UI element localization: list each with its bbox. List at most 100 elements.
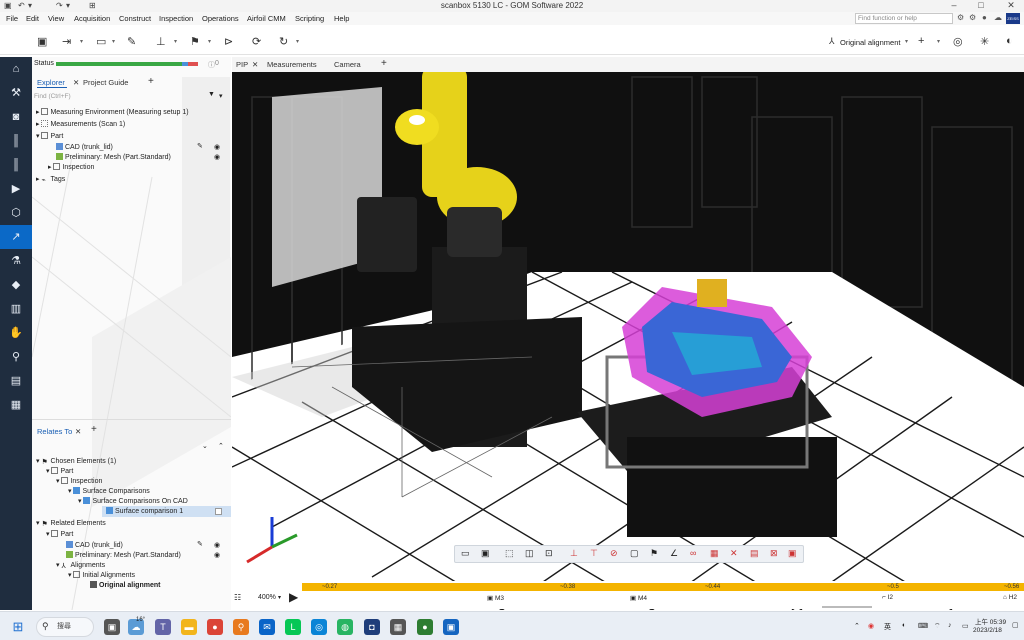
close-pip-tab-icon[interactable]: ✕ (252, 60, 258, 69)
tool-section-icon[interactable]: ⊤ (590, 548, 598, 559)
probe-icon[interactable]: ⊥ (156, 35, 166, 48)
timeline-menu-icon[interactable]: ☷ (234, 593, 241, 602)
folder-icon[interactable]: ▬ (181, 619, 197, 635)
menu-file[interactable]: File (6, 14, 18, 23)
tree-item-alignments[interactable]: ▾ ⅄ Alignments (56, 561, 105, 570)
tool-select-icon[interactable]: ⬚ (505, 548, 514, 559)
display-icon[interactable]: ◐ (1006, 35, 1013, 47)
tool-circle-icon[interactable]: ⊘ (610, 548, 618, 559)
tree-item-part[interactable]: ▾ Part (36, 132, 63, 140)
wifi-icon[interactable]: ⌔ (934, 622, 941, 631)
run-icon[interactable]: ⊳ (224, 35, 233, 48)
inspection-icon[interactable]: ↗ (0, 225, 32, 249)
filter-icon[interactable]: ▼ (208, 91, 215, 98)
tree-item-initial-alignments[interactable]: ▾ Initial Alignments (68, 571, 135, 579)
tab-relates-to[interactable]: Relates To (37, 427, 72, 436)
checkbox[interactable] (215, 508, 222, 515)
tab-camera[interactable]: Camera (334, 60, 361, 69)
close-relates-tab-icon[interactable]: ✕ (75, 427, 81, 436)
battery-icon[interactable]: ▭ (962, 622, 969, 630)
tray-app-icon[interactable]: ⌨ (918, 622, 928, 630)
probe-dropdown-icon[interactable]: ▾ (174, 38, 177, 45)
move-icon[interactable]: ⇥ (62, 35, 71, 48)
timeline-marker-m4[interactable]: ▣ M4 (630, 594, 647, 602)
explorer-find-input[interactable]: Find (Ctrl+F) (34, 93, 71, 100)
tab-pip[interactable]: PIP (236, 60, 248, 69)
app-icon[interactable]: ◎ (311, 619, 327, 635)
view-center-icon[interactable]: ◎ (953, 35, 963, 48)
edit-pen-icon[interactable]: ✎ (197, 540, 203, 548)
line-icon[interactable]: L (285, 619, 301, 635)
gom-icon[interactable]: ◘ (364, 619, 380, 635)
zoom-dropdown-icon[interactable]: ▾ (278, 594, 281, 601)
tool-cross-icon[interactable]: ✕ (730, 548, 738, 559)
green-app-icon[interactable]: ● (417, 619, 433, 635)
scan-icon[interactable]: ║ (0, 129, 32, 153)
menu-scripting[interactable]: Scripting (295, 14, 324, 23)
play-icon[interactable]: ▶ (289, 590, 298, 604)
plugin-icon[interactable]: ⚙ (957, 13, 964, 22)
search-icon[interactable]: ⚲ (0, 345, 32, 369)
video-icon[interactable]: ▶ (0, 177, 32, 201)
tab-measurements[interactable]: Measurements (267, 60, 317, 69)
reload-icon[interactable]: ↻ (279, 35, 288, 48)
tool-box-icon[interactable]: ▢ (630, 548, 639, 559)
reload-dropdown-icon[interactable]: ▾ (296, 38, 299, 45)
calculator-icon[interactable]: ▦ (390, 619, 406, 635)
tree-item-cad[interactable]: CAD (trunk_lid) (56, 143, 113, 151)
volume-icon[interactable]: ♪ (948, 622, 952, 629)
tree-item-chosen[interactable]: ▾ ⚑ Chosen Elements (1) (36, 457, 116, 466)
menu-construct[interactable]: Construct (119, 14, 151, 23)
chart-icon[interactable]: ▥ (0, 297, 32, 321)
tab-project-guide[interactable]: Project Guide (83, 78, 128, 87)
tool-point-icon[interactable]: ⊡ (545, 548, 553, 559)
minimize-button[interactable]: – (945, 0, 963, 10)
tree-item-surface-on-cad[interactable]: ▾ Surface Comparisons On CAD (78, 497, 188, 505)
visibility-eye-icon[interactable]: ◉ (214, 551, 220, 559)
tree-item-original-alignment[interactable]: Original alignment (90, 581, 160, 589)
alignment-selector[interactable]: Original alignment (840, 38, 900, 47)
tab-explorer[interactable]: Explorer (37, 78, 65, 87)
home-icon[interactable]: ⌂ (0, 57, 32, 81)
maximize-button[interactable]: □ (972, 0, 990, 10)
menu-acquisition[interactable]: Acquisition (74, 14, 110, 23)
tool-measure-icon[interactable]: ⊥ (570, 548, 578, 559)
tree-item-measuring-env[interactable]: ▸ Measuring Environment (Measuring setup… (36, 108, 189, 116)
ime-indicator[interactable]: 英 (884, 622, 891, 632)
alignment-dropdown-icon[interactable]: ▾ (905, 38, 908, 45)
find-function-input[interactable]: Find function or help (855, 13, 953, 24)
tree-item-tags[interactable]: ▸ ⌁ Tags (36, 175, 65, 184)
tools-icon[interactable]: ⚒ (0, 81, 32, 105)
tree-item-related[interactable]: ▾ ⚑ Related Elements (36, 519, 106, 528)
camera-icon[interactable]: ◙ (0, 105, 32, 129)
hand-icon[interactable]: ✋ (0, 321, 32, 345)
collapse-up-icon[interactable]: ⌃ (218, 442, 224, 450)
chrome-icon[interactable]: ● (207, 619, 223, 635)
menu-view[interactable]: View (48, 14, 64, 23)
add-icon[interactable]: + (918, 35, 924, 47)
window-icon[interactable]: ▭ (96, 35, 106, 48)
move-dropdown-icon[interactable]: ▾ (80, 38, 83, 45)
3d-viewport[interactable]: PIP ✕ Measurements Camera + ▭ ▣ ⬚ ◫ ⊡ ⊥ … (232, 57, 1024, 610)
task-view-icon[interactable]: ▣ (104, 619, 120, 635)
cube-icon[interactable]: ◆ (0, 273, 32, 297)
add-dropdown-icon[interactable]: ▾ (937, 38, 940, 45)
tree-item-part[interactable]: ▾ Part (46, 467, 73, 475)
layout-icon[interactable]: ▣ (37, 35, 47, 48)
cloud-icon[interactable]: ☁ (994, 13, 1002, 22)
tree-item-surface-comparisons[interactable]: ▾ Surface Comparisons (68, 487, 150, 495)
tool-link-icon[interactable]: ∞ (690, 548, 696, 558)
sensor-icon[interactable]: ║ (0, 153, 32, 177)
add-tab-icon[interactable]: + (148, 76, 154, 87)
status-info-icon[interactable]: ⓘ (208, 60, 215, 70)
settings-icon[interactable]: ⚙ (969, 13, 976, 22)
tree-item-measurements[interactable]: ▸ Measurements (Scan 1) (36, 120, 125, 128)
tool-flag-icon[interactable]: ⚑ (650, 548, 658, 559)
tool-report-icon[interactable]: ▤ (750, 548, 759, 559)
report-icon[interactable]: ▤ (0, 369, 32, 393)
tree-item-inspection[interactable]: ▸ Inspection (48, 163, 94, 171)
timeline-marker-m3[interactable]: ▣ M3 (487, 594, 504, 602)
blue-app-icon[interactable]: ▣ (443, 619, 459, 635)
user-icon[interactable]: ● (982, 13, 987, 22)
notification-icon[interactable]: ▢ (1012, 621, 1019, 629)
